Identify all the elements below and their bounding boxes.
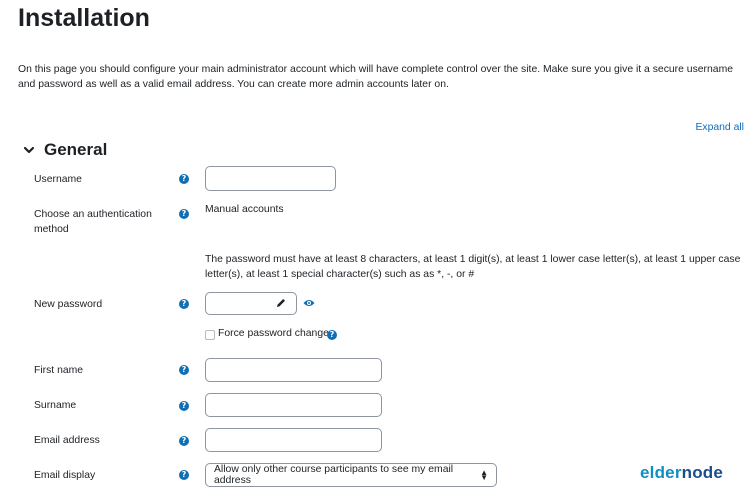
general-section-header[interactable]: General: [22, 140, 107, 160]
email-display-label: Email display: [34, 470, 96, 481]
username-input[interactable]: [205, 166, 336, 191]
auth-method-label: Choose an authentication method: [34, 209, 152, 235]
email-display-select[interactable]: Allow only other course participants to …: [205, 463, 497, 487]
help-icon[interactable]: ?: [179, 365, 189, 375]
intro-text: On this page you should configure your m…: [18, 64, 734, 90]
pencil-icon[interactable]: [275, 297, 287, 309]
page-title: Installation: [18, 4, 150, 32]
email-display-value: Allow only other course participants to …: [214, 464, 454, 486]
force-password-change-label: Force password change: [218, 328, 329, 339]
help-icon[interactable]: ?: [179, 436, 189, 446]
username-label: Username: [34, 174, 82, 185]
new-password-label: New password: [34, 299, 103, 310]
help-icon[interactable]: ?: [179, 470, 189, 480]
help-icon[interactable]: ?: [179, 174, 189, 184]
eldernode-logo: eldernode: [640, 463, 724, 482]
help-icon[interactable]: ?: [179, 401, 189, 411]
auth-method-value: Manual accounts: [205, 204, 284, 215]
password-policy-text: The password must have at least 8 charac…: [205, 254, 741, 280]
expand-all-link[interactable]: Expand all: [695, 122, 744, 133]
email-address-label: Email address: [34, 435, 100, 446]
chevron-down-icon: [23, 146, 35, 154]
eye-icon[interactable]: [303, 298, 315, 308]
first-name-input[interactable]: [205, 358, 382, 382]
section-title: General: [44, 140, 108, 159]
help-icon[interactable]: ?: [327, 330, 337, 340]
email-input[interactable]: [205, 428, 382, 452]
force-password-change-checkbox[interactable]: [205, 330, 215, 340]
surname-label: Surname: [34, 400, 77, 411]
help-icon[interactable]: ?: [179, 299, 189, 309]
first-name-label: First name: [34, 365, 84, 376]
help-icon[interactable]: ?: [179, 209, 189, 219]
surname-input[interactable]: [205, 393, 382, 417]
select-arrows-icon: ▲ ▼: [480, 468, 488, 482]
